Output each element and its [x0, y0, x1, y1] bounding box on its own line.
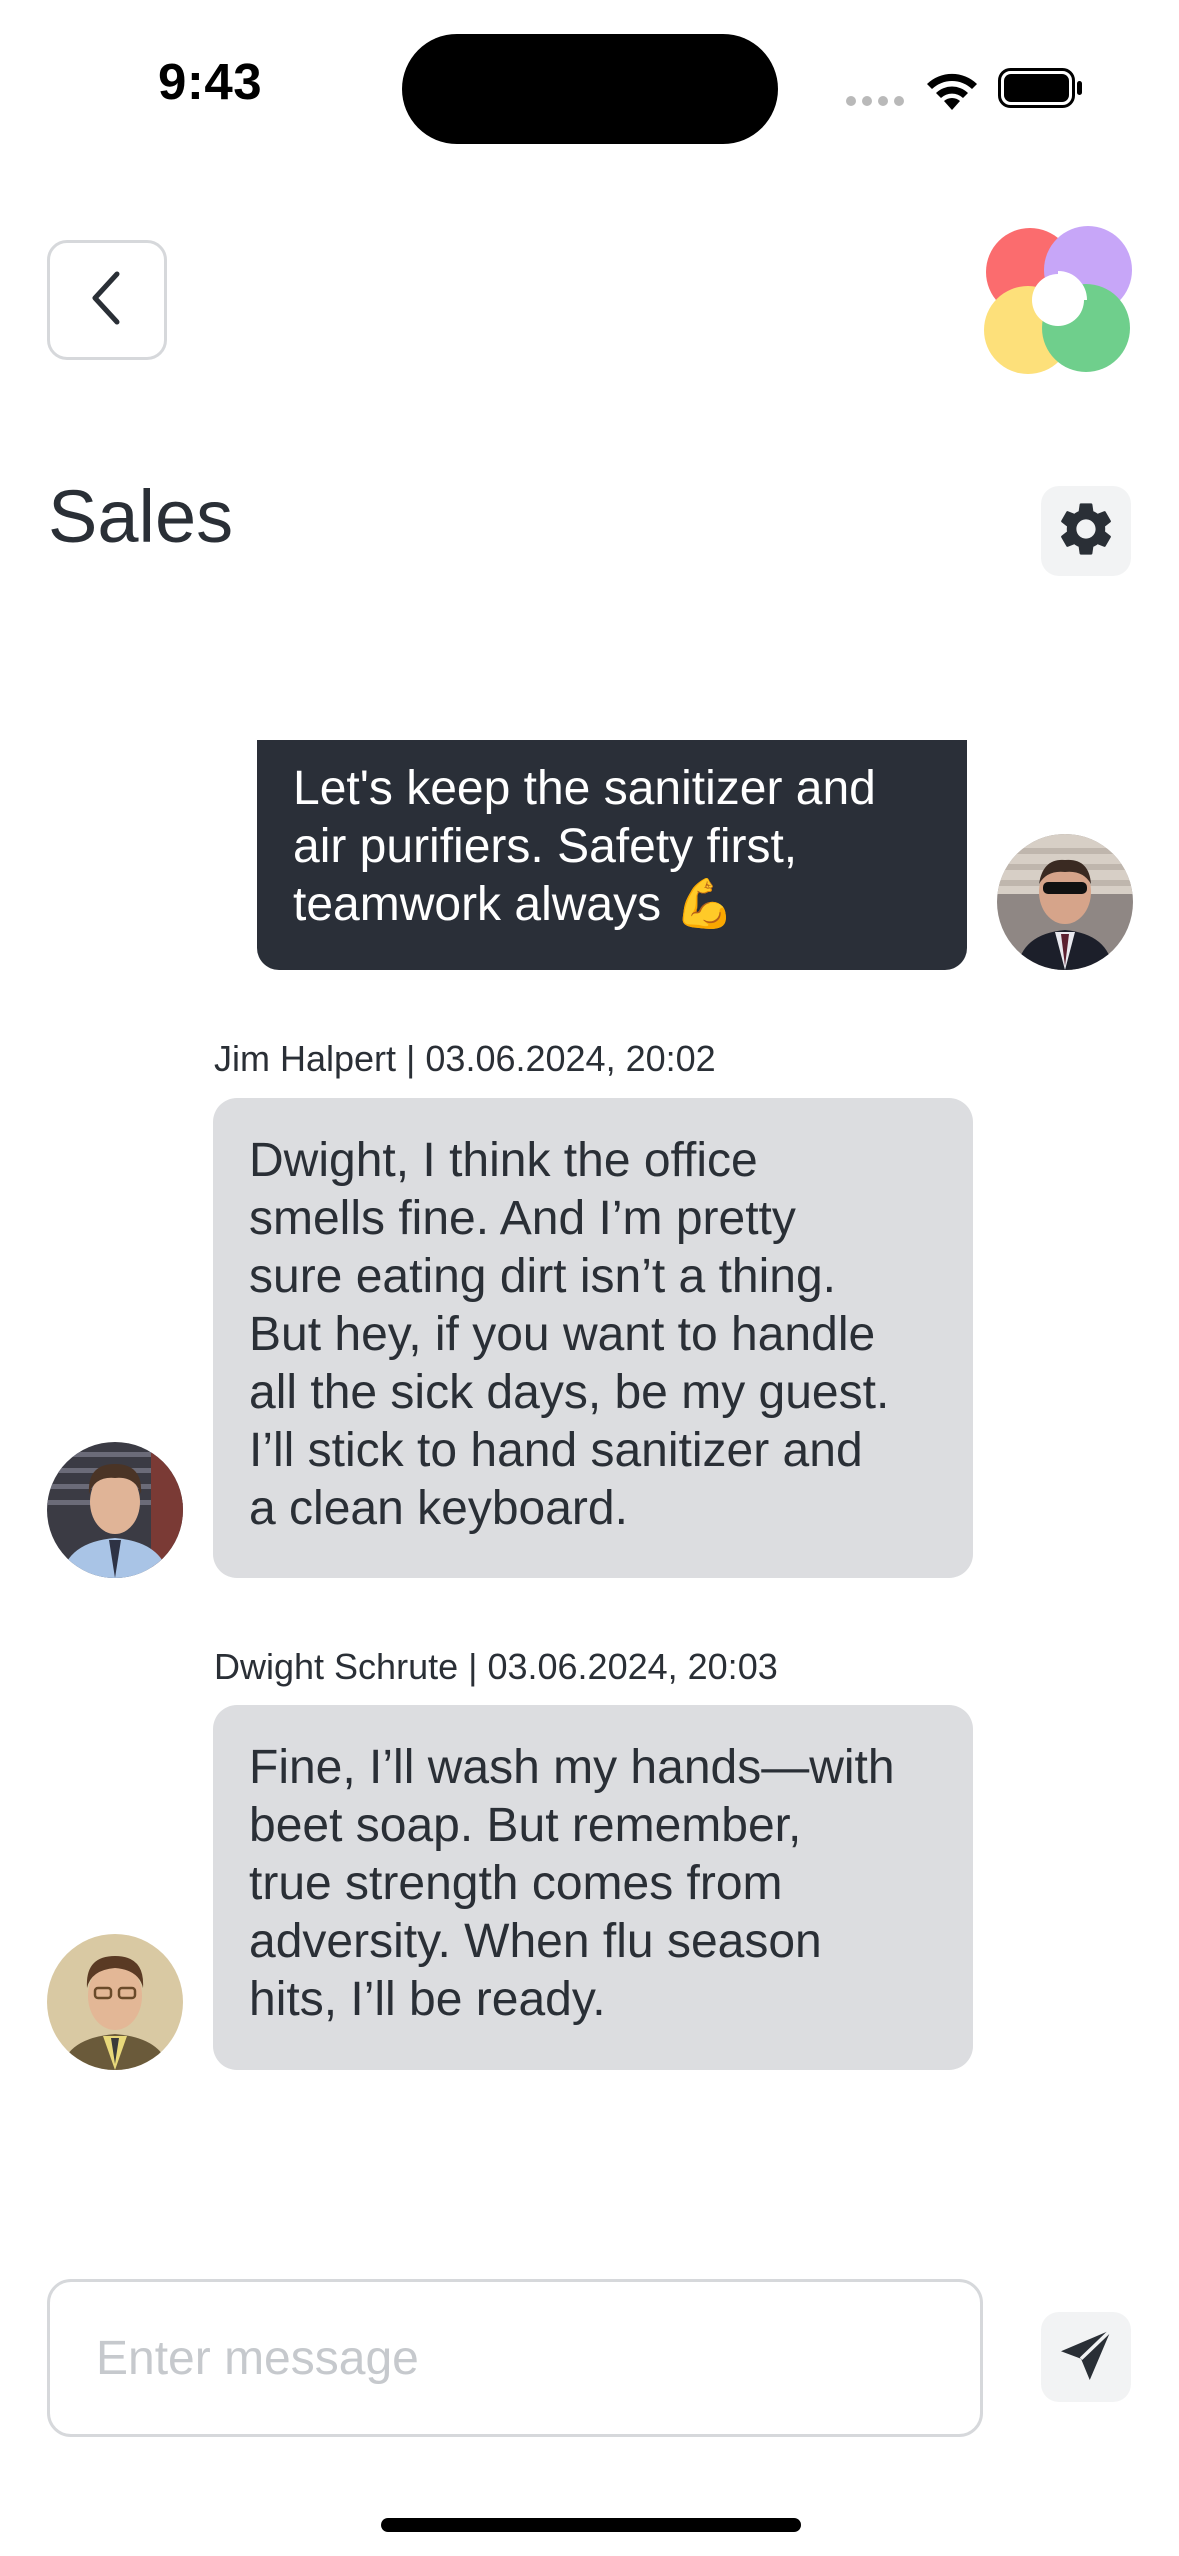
- message-meta: Dwight Schrute | 03.06.2024, 20:03: [214, 1646, 778, 1687]
- home-indicator: [381, 2518, 801, 2532]
- cellular-signal-icon: [846, 96, 906, 106]
- message-meta: Jim Halpert | 03.06.2024, 20:02: [214, 1038, 716, 1079]
- back-button[interactable]: [47, 240, 167, 360]
- gear-icon: [1054, 497, 1118, 565]
- incoming-message-bubble: Dwight, I think the office smells fine. …: [213, 1098, 973, 1578]
- avatar: [47, 1442, 183, 1578]
- send-button[interactable]: [1041, 2312, 1131, 2402]
- avatar: [47, 1934, 183, 2070]
- settings-button[interactable]: [1041, 486, 1131, 576]
- incoming-message-bubble: Fine, I’ll wash my hands—with beet soap.…: [213, 1705, 973, 2070]
- app-logo: [980, 222, 1136, 378]
- page-title: Sales: [48, 475, 234, 558]
- battery-icon: [998, 68, 1084, 108]
- message-input[interactable]: [47, 2279, 983, 2437]
- outgoing-message-bubble: Let's keep the sanitizer and air purifie…: [257, 740, 967, 970]
- send-icon: [1056, 2325, 1116, 2389]
- chevron-left-icon: [87, 268, 127, 332]
- wifi-icon: [924, 66, 980, 110]
- avatar: [997, 834, 1133, 970]
- status-time: 9:43: [158, 53, 263, 110]
- dynamic-island: [402, 34, 778, 144]
